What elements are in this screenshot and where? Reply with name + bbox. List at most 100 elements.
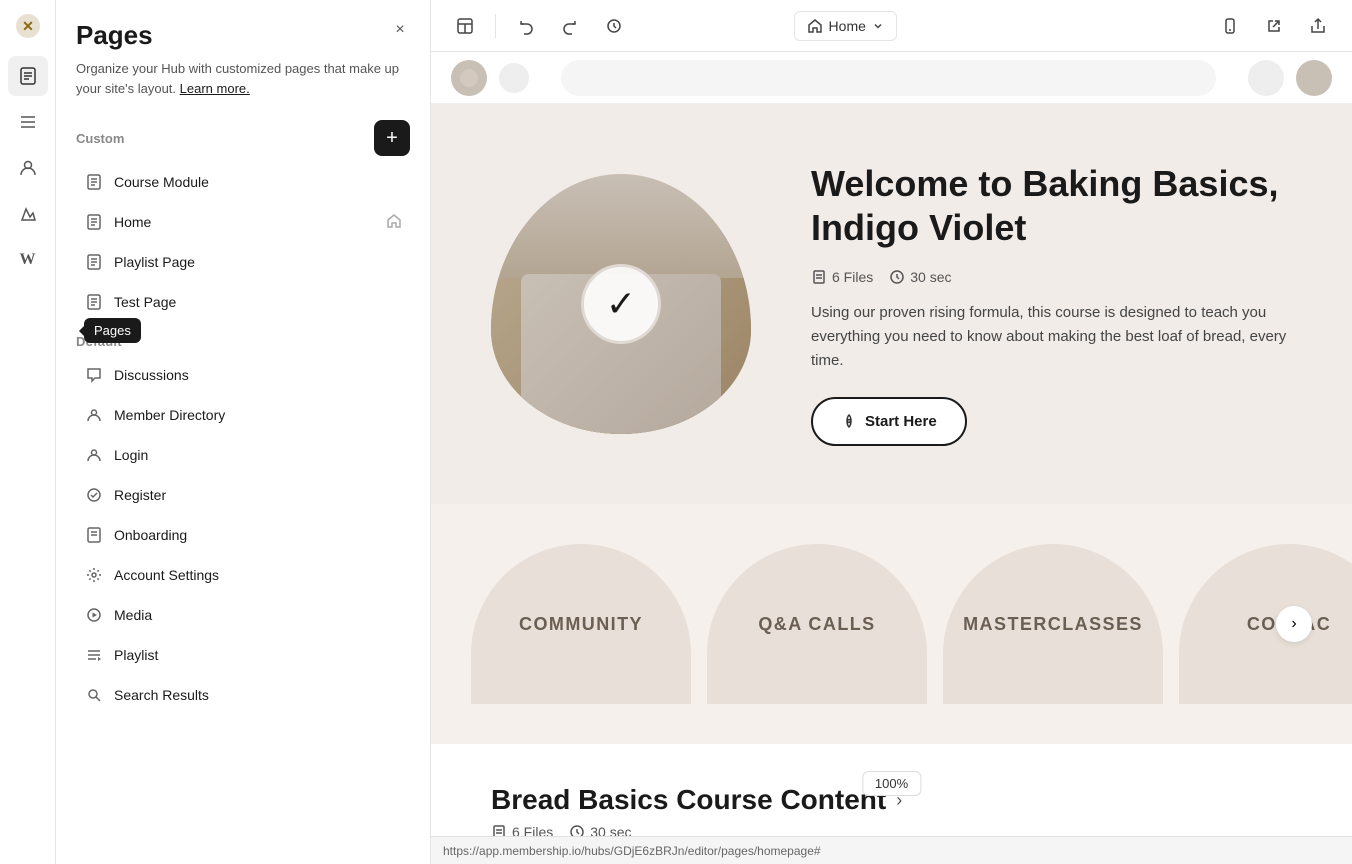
nav-cards-container: COMMUNITY Q&A CALLS MASTERCLASSES CONTAC xyxy=(431,544,1352,704)
account-settings-icon xyxy=(84,565,104,585)
pages-panel: Pages Organize your Hub with customized … xyxy=(56,0,431,864)
page-item-label: Member Directory xyxy=(114,407,402,423)
page-item-search-results[interactable]: Search Results xyxy=(64,675,422,715)
page-icon xyxy=(84,172,104,192)
nav-card-masterclasses[interactable]: MASTERCLASSES xyxy=(943,544,1163,704)
nav-card-masterclasses-label: MASTERCLASSES xyxy=(963,614,1143,635)
page-item-label: Register xyxy=(114,487,402,503)
page-item-playlist[interactable]: Playlist xyxy=(64,635,422,675)
nav-cards-section: COMMUNITY Q&A CALLS MASTERCLASSES CONTAC… xyxy=(431,504,1352,744)
default-section-label: Default xyxy=(56,322,430,355)
register-icon xyxy=(84,485,104,505)
learn-more-link[interactable]: Learn more. xyxy=(180,81,250,96)
sidebar-item-navigation[interactable] xyxy=(8,102,48,142)
page-item-label: Search Results xyxy=(114,687,402,703)
media-icon xyxy=(84,605,104,625)
course-duration: 30 sec xyxy=(569,824,631,836)
custom-section-header: Custom + xyxy=(56,108,430,162)
sidebar-item-design[interactable] xyxy=(8,194,48,234)
discussions-icon xyxy=(84,365,104,385)
course-files-count: 6 Files xyxy=(491,824,553,836)
add-page-button[interactable]: + xyxy=(374,120,410,156)
close-panel-button[interactable]: × xyxy=(386,16,414,44)
clock-icon xyxy=(889,269,905,285)
custom-section-label: Custom xyxy=(76,131,124,146)
onboarding-icon xyxy=(84,525,104,545)
duration: 30 sec xyxy=(889,269,951,285)
page-item-label: Home xyxy=(114,214,376,230)
toolbar-right xyxy=(1212,8,1336,44)
nav-card-community[interactable]: COMMUNITY xyxy=(471,544,691,704)
page-item-label: Course Module xyxy=(114,174,402,190)
page-item-onboarding[interactable]: Onboarding xyxy=(64,515,422,555)
history-button[interactable] xyxy=(596,8,632,44)
nav-card-qa-label: Q&A CALLS xyxy=(758,614,875,635)
playlist-icon xyxy=(84,645,104,665)
svg-text:✕: ✕ xyxy=(22,18,34,34)
hero-image-container: ✓ xyxy=(491,174,751,434)
page-item-account-settings[interactable]: Account Settings xyxy=(64,555,422,595)
site-avatar xyxy=(1296,60,1332,96)
hero-title: Welcome to Baking Basics, Indigo Violet xyxy=(811,162,1292,248)
url-text: https://app.membership.io/hubs/GDjE6zBRJ… xyxy=(443,844,821,858)
home-nav-button[interactable]: Home xyxy=(794,11,897,41)
page-item-register[interactable]: Register xyxy=(64,475,422,515)
external-link-button[interactable] xyxy=(1256,8,1292,44)
app-logo: ✕ xyxy=(12,10,44,42)
nav-arrow-button[interactable]: › xyxy=(1276,606,1312,642)
start-button-label: Start Here xyxy=(865,413,937,430)
redo-button[interactable] xyxy=(552,8,588,44)
site-topbar xyxy=(431,52,1352,104)
page-item-label: Account Settings xyxy=(114,567,402,583)
sidebar-item-widgets[interactable]: W xyxy=(8,240,48,280)
page-item-discussions[interactable]: Discussions xyxy=(64,355,422,395)
zoom-badge: 100% xyxy=(862,771,921,796)
page-item-playlist-page[interactable]: Playlist Page xyxy=(64,242,422,282)
page-item-test-page[interactable]: Test Page xyxy=(64,282,422,322)
page-item-home[interactable]: Home xyxy=(64,202,422,242)
main-content: Home xyxy=(431,0,1352,864)
pages-panel-description: Organize your Hub with customized pages … xyxy=(76,59,410,98)
page-item-label: Test Page xyxy=(114,294,402,310)
course-duration-text: 30 sec xyxy=(590,824,631,836)
layout-button[interactable] xyxy=(447,8,483,44)
sidebar-item-members[interactable] xyxy=(8,148,48,188)
page-item-login[interactable]: Login xyxy=(64,435,422,475)
pages-panel-header: Pages Organize your Hub with customized … xyxy=(56,0,430,108)
duration-text: 30 sec xyxy=(910,269,951,285)
sidebar-item-pages[interactable] xyxy=(8,56,48,96)
course-clock-icon xyxy=(569,824,585,836)
site-search xyxy=(561,60,1216,96)
page-icon xyxy=(84,292,104,312)
page-item-label: Playlist xyxy=(114,647,402,663)
files-count: 6 Files xyxy=(811,269,873,285)
rocket-icon xyxy=(841,413,857,429)
share-button[interactable] xyxy=(1300,8,1336,44)
page-item-label: Onboarding xyxy=(114,527,402,543)
files-count-text: 6 Files xyxy=(832,269,873,285)
mobile-preview-button[interactable] xyxy=(1212,8,1248,44)
hero-text: Welcome to Baking Basics, Indigo Violet … xyxy=(811,162,1292,445)
hero-description: Using our proven rising formula, this co… xyxy=(811,301,1292,373)
undo-button[interactable] xyxy=(508,8,544,44)
page-item-media[interactable]: Media xyxy=(64,595,422,635)
page-item-course-module[interactable]: Course Module xyxy=(64,162,422,202)
page-item-member-directory[interactable]: Member Directory xyxy=(64,395,422,435)
icon-sidebar: ✕ W xyxy=(0,0,56,864)
site-icon3 xyxy=(1248,60,1284,96)
pages-panel-title: Pages xyxy=(76,20,410,51)
page-item-label: Playlist Page xyxy=(114,254,402,270)
course-meta: 6 Files 30 sec xyxy=(491,824,1292,836)
course-files-text: 6 Files xyxy=(512,824,553,836)
page-icon xyxy=(84,252,104,272)
canvas-area: ✓ Welcome to Baking Basics, Indigo Viole… xyxy=(431,52,1352,836)
start-here-button[interactable]: Start Here xyxy=(811,397,967,446)
nav-card-contact[interactable]: CONTAC xyxy=(1179,544,1352,704)
preview-wrapper: ✓ Welcome to Baking Basics, Indigo Viole… xyxy=(431,52,1352,836)
page-item-label: Login xyxy=(114,447,402,463)
search-results-icon xyxy=(84,685,104,705)
nav-card-qa-calls[interactable]: Q&A CALLS xyxy=(707,544,927,704)
course-files-icon xyxy=(491,824,507,836)
home-indicator-icon xyxy=(386,213,402,232)
login-icon xyxy=(84,445,104,465)
